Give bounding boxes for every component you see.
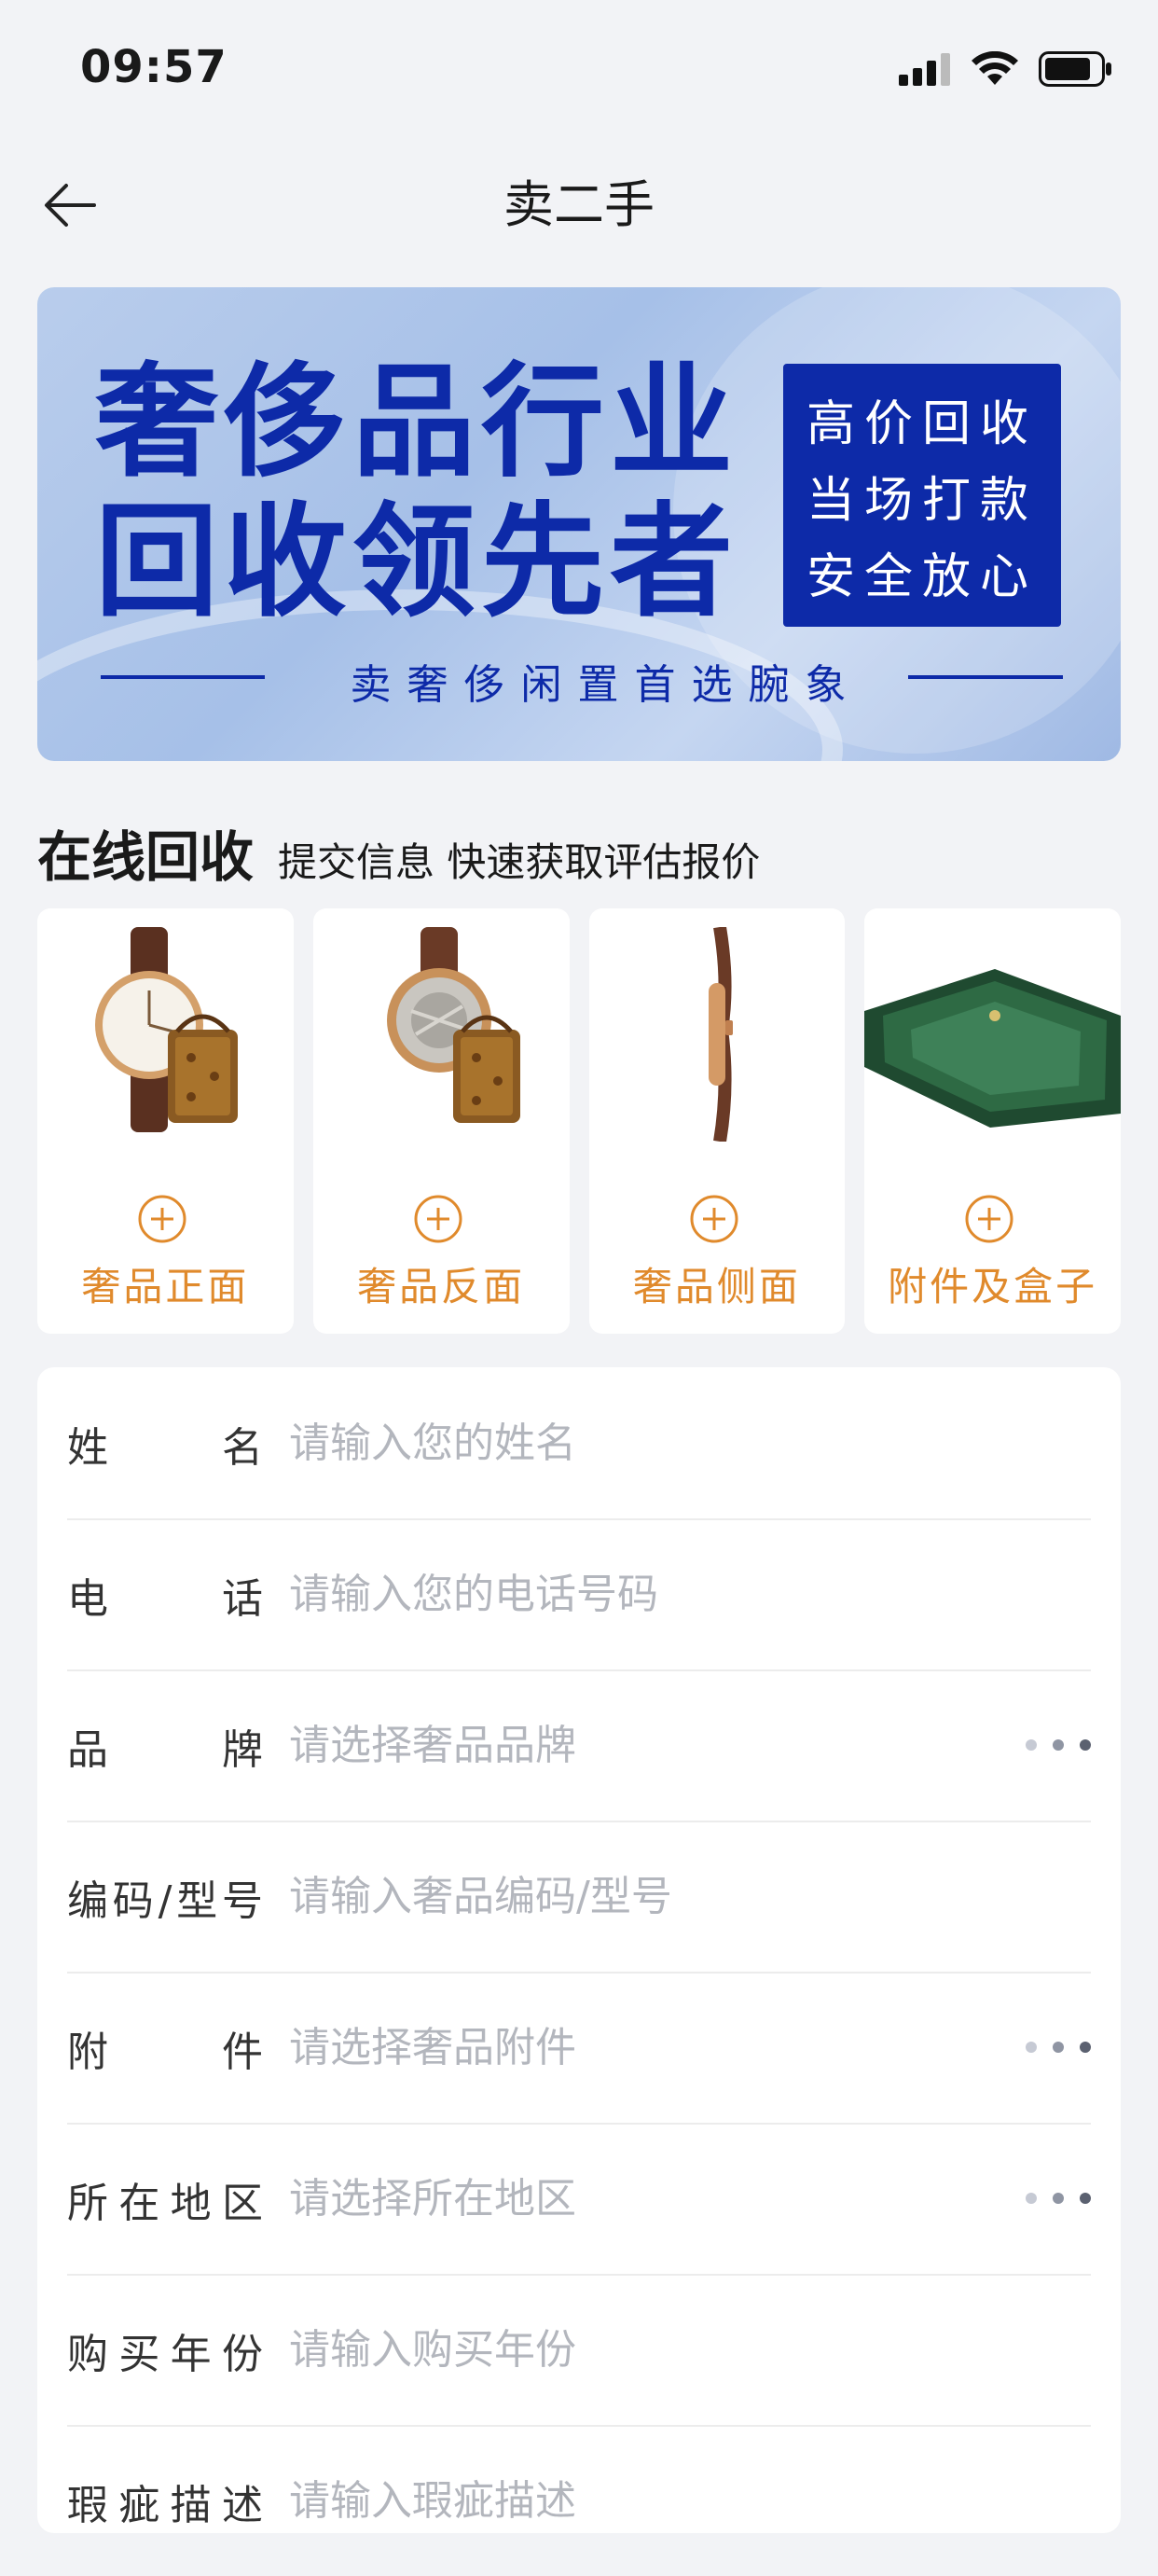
model-input[interactable] <box>289 1862 998 1931</box>
banner-feature: 安全放心 <box>806 549 1038 605</box>
upload-card-label: 附件及盒子 <box>888 1264 1098 1309</box>
field-label: 姓名 <box>67 1424 263 1472</box>
phone-input[interactable] <box>289 1559 998 1628</box>
section-title: 在线回收 <box>37 825 255 889</box>
more-icon[interactable] <box>1026 1735 1091 1755</box>
cellular-signal-icon <box>899 53 950 86</box>
back-button[interactable] <box>37 173 103 238</box>
recycle-form: 姓名 电话 品牌 编码/型号 附件 所在地区 购买年份 瑕疵描述 <box>37 1367 1121 2535</box>
wifi-icon <box>972 51 1018 85</box>
form-row-name: 姓名 <box>67 1367 1091 1520</box>
region-select[interactable] <box>289 2164 998 2233</box>
form-row-purchase-year: 购买年份 <box>67 2274 1091 2427</box>
defects-input[interactable] <box>289 2466 998 2535</box>
form-row-model: 编码/型号 <box>67 1821 1091 1974</box>
page-title: 卖二手 <box>503 175 655 234</box>
add-photo-icon <box>414 1195 462 1243</box>
watch-front-image <box>95 927 238 1132</box>
form-row-brand[interactable]: 品牌 <box>67 1669 1091 1822</box>
field-label: 所在地区 <box>67 2180 263 2227</box>
status-bar: 09:57 <box>0 0 1158 140</box>
arrow-left-icon <box>45 184 96 227</box>
field-label: 编码/型号 <box>67 1877 263 1925</box>
nav-bar: 卖二手 <box>0 154 1158 256</box>
name-input[interactable] <box>289 1408 998 1477</box>
banner-feature: 高价回收 <box>806 396 1038 452</box>
upload-card-label: 奢品正面 <box>81 1264 250 1309</box>
form-row-defects: 瑕疵描述 <box>67 2425 1091 2576</box>
banner-slogan: 卖奢侈闲置首选腕象 <box>350 661 862 709</box>
banner-feature-box: 高价回收 当场打款 安全放心 <box>783 364 1061 627</box>
photo-upload-cards: 奢品正面 奢品反面 奢品侧面 附件及盒子 <box>37 908 1121 1334</box>
more-icon[interactable] <box>1026 2188 1091 2209</box>
rolex-card-image <box>864 969 1121 1128</box>
upload-card-label: 奢品反面 <box>357 1264 526 1309</box>
form-row-phone: 电话 <box>67 1518 1091 1671</box>
field-label: 附件 <box>67 2029 263 2076</box>
field-label: 电话 <box>67 1575 263 1623</box>
promo-banner[interactable]: 奢侈品行业 回收领先者 高价回收 当场打款 安全放心 卖奢侈闲置首选腕象 <box>37 287 1121 761</box>
accessories-select[interactable] <box>289 2013 998 2082</box>
form-row-region[interactable]: 所在地区 <box>67 2123 1091 2276</box>
section-heading: 在线回收 提交信息 快速获取评估报价 <box>37 813 760 892</box>
banner-divider <box>908 675 1063 679</box>
status-icons <box>899 51 1113 87</box>
section-subtitle: 提交信息 快速获取评估报价 <box>278 839 761 885</box>
add-photo-icon <box>138 1195 186 1243</box>
field-label: 品牌 <box>67 1726 263 1774</box>
add-photo-icon <box>965 1195 1013 1243</box>
field-label: 瑕疵描述 <box>67 2482 263 2529</box>
banner-headline-line1: 奢侈品行业 <box>95 351 738 494</box>
battery-icon <box>1039 51 1111 87</box>
banner-divider <box>101 675 265 679</box>
watch-side-image <box>708 927 733 1142</box>
banner-feature: 当场打款 <box>806 473 1038 529</box>
upload-card-front[interactable]: 奢品正面 <box>37 908 294 1334</box>
upload-card-label: 奢品侧面 <box>632 1264 801 1309</box>
upload-card-back[interactable]: 奢品反面 <box>312 908 570 1334</box>
brand-select[interactable] <box>289 1710 998 1780</box>
upload-card-accessories[interactable]: 附件及盒子 <box>864 908 1121 1334</box>
status-time: 09:57 <box>80 41 227 93</box>
watch-back-image <box>386 927 520 1123</box>
purchase-year-input[interactable] <box>289 2315 998 2384</box>
banner-headline-line2: 回收领先者 <box>95 491 738 634</box>
upload-card-side[interactable]: 奢品侧面 <box>588 908 846 1334</box>
form-row-accessories[interactable]: 附件 <box>67 1972 1091 2125</box>
more-icon[interactable] <box>1026 2037 1091 2057</box>
add-photo-icon <box>690 1195 738 1243</box>
banner-headline: 奢侈品行业 回收领先者 <box>95 353 738 632</box>
field-label: 购买年份 <box>67 2331 263 2378</box>
